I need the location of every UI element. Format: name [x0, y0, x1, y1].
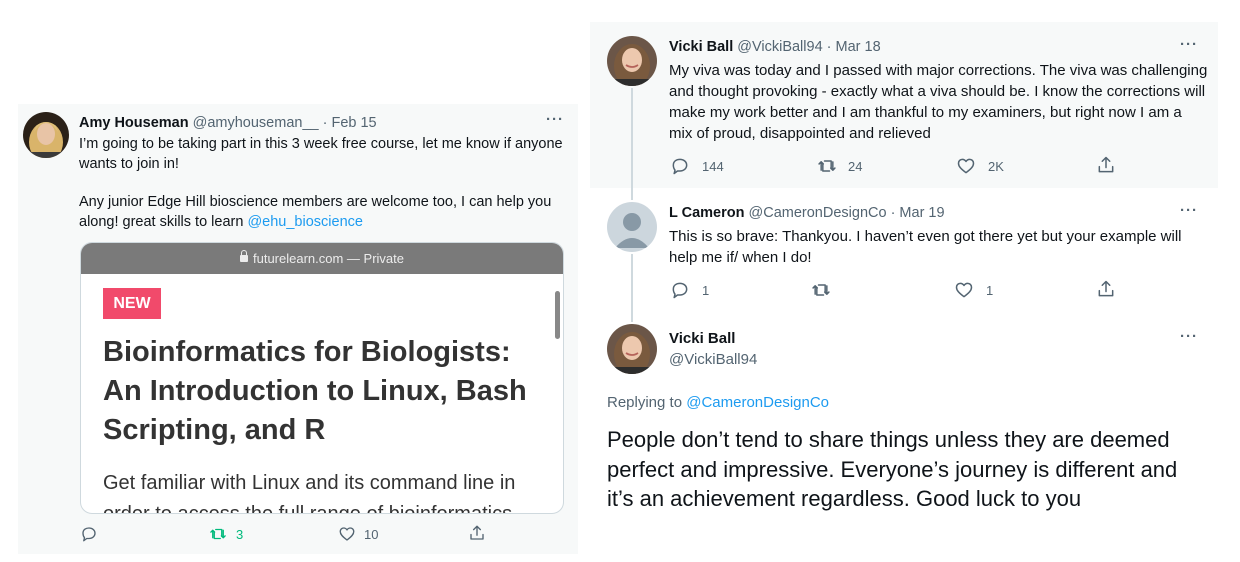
- focused-tweet-text: People don’t tend to share things unless…: [607, 427, 1178, 511]
- author-name[interactable]: Amy Houseman: [79, 115, 189, 131]
- author-handle[interactable]: @amyhouseman__: [193, 115, 319, 131]
- reply-button[interactable]: 1: [670, 280, 709, 300]
- preview-url: futurelearn.com — Private: [81, 250, 563, 266]
- tweet-text: I’m going to be taking part in this 3 we…: [79, 136, 563, 172]
- heart-icon: [957, 158, 975, 174]
- vicki-tweet-header: Vicki Ball @VickiBall94 · Mar 18: [669, 38, 881, 56]
- author-handle[interactable]: @VickiBall94: [737, 39, 822, 55]
- retweet-count: 3: [236, 526, 244, 542]
- share-icon: [1098, 280, 1114, 297]
- share-button[interactable]: [1096, 279, 1116, 299]
- reply-button[interactable]: [80, 525, 106, 543]
- replying-to-mention[interactable]: @CameronDesignCo: [686, 394, 829, 411]
- lock-icon: [239, 250, 248, 262]
- like-button[interactable]: 1: [954, 280, 993, 300]
- amy-tweet[interactable]: Amy Houseman @amyhouseman__ · Feb 15 ···…: [18, 104, 578, 554]
- reply-icon: [672, 158, 688, 175]
- retweet-icon: [812, 284, 830, 296]
- course-description: Get familiar with Linux and its command …: [103, 472, 516, 514]
- course-title: Bioinformatics for Biologists: An Introd…: [103, 336, 527, 446]
- tweet-text: My viva was today and I passed with majo…: [669, 62, 1208, 142]
- reply-count: 144: [702, 158, 724, 174]
- tweet-text-second-paragraph: Any junior Edge Hill bioscience members …: [79, 193, 569, 232]
- preview-url-text: futurelearn.com — Private: [252, 251, 404, 266]
- more-options-icon[interactable]: ···: [546, 111, 564, 128]
- replying-to-label: Replying to: [607, 394, 687, 411]
- like-count: 2K: [988, 158, 1004, 174]
- retweet-icon: [210, 528, 226, 540]
- more-options-icon[interactable]: ···: [1180, 36, 1198, 53]
- new-badge: NEW: [103, 288, 161, 319]
- vicki-avatar[interactable]: [607, 36, 657, 86]
- author-name[interactable]: Vicki Ball: [669, 39, 733, 55]
- tweet-text: This is so brave: Thankyou. I haven’t ev…: [669, 228, 1182, 266]
- cameron-avatar[interactable]: [607, 202, 657, 252]
- retweet-button[interactable]: 24: [816, 156, 862, 176]
- retweet-count: 24: [848, 158, 863, 174]
- reply-icon: [672, 282, 688, 299]
- reply-icon: [82, 527, 96, 542]
- share-button[interactable]: [468, 524, 486, 542]
- share-icon: [470, 525, 484, 540]
- retweet-button[interactable]: [810, 280, 840, 300]
- tweet-date[interactable]: · Feb 15: [323, 115, 377, 131]
- thread-connector: [631, 88, 633, 200]
- amy-avatar[interactable]: [23, 112, 69, 158]
- replying-to: Replying to @CameronDesignCo: [607, 394, 829, 411]
- scrollbar[interactable]: [555, 291, 560, 339]
- thread-connector: [631, 254, 633, 322]
- cameron-tweet-header: L Cameron @CameronDesignCo · Mar 19: [669, 204, 945, 222]
- heart-icon: [339, 527, 355, 541]
- tweet-date[interactable]: · Mar 18: [827, 39, 881, 55]
- thread-panel: Vicki Ball @VickiBall94 · Mar 18 ··· My …: [590, 22, 1218, 557]
- reply-button[interactable]: 144: [670, 156, 724, 176]
- author-handle[interactable]: @VickiBall94: [669, 351, 757, 368]
- amy-tweet-header: Amy Houseman @amyhouseman__ · Feb 15: [79, 114, 377, 132]
- author-name[interactable]: L Cameron: [669, 205, 744, 221]
- like-button[interactable]: 10: [338, 525, 378, 543]
- like-count: 10: [364, 526, 379, 542]
- heart-icon: [955, 282, 973, 298]
- like-count: 1: [986, 282, 994, 298]
- link-preview-card[interactable]: futurelearn.com — Private NEW Bioinforma…: [80, 242, 564, 514]
- more-options-icon[interactable]: ···: [1180, 202, 1198, 219]
- retweet-button[interactable]: 3: [208, 525, 243, 543]
- reply-count: 1: [702, 282, 710, 298]
- like-button[interactable]: 2K: [956, 156, 1004, 176]
- author-handle[interactable]: @CameronDesignCo: [749, 205, 887, 221]
- retweet-icon: [818, 160, 836, 172]
- mention-link[interactable]: @ehu_bioscience: [247, 214, 363, 230]
- browser-address-bar: futurelearn.com — Private: [81, 243, 563, 274]
- share-button[interactable]: [1096, 155, 1116, 175]
- share-icon: [1098, 156, 1114, 173]
- author-name[interactable]: Vicki Ball: [669, 330, 735, 347]
- vicki-avatar[interactable]: [607, 324, 657, 374]
- tweet-date[interactable]: · Mar 19: [891, 205, 945, 221]
- more-options-icon[interactable]: ···: [1180, 328, 1198, 345]
